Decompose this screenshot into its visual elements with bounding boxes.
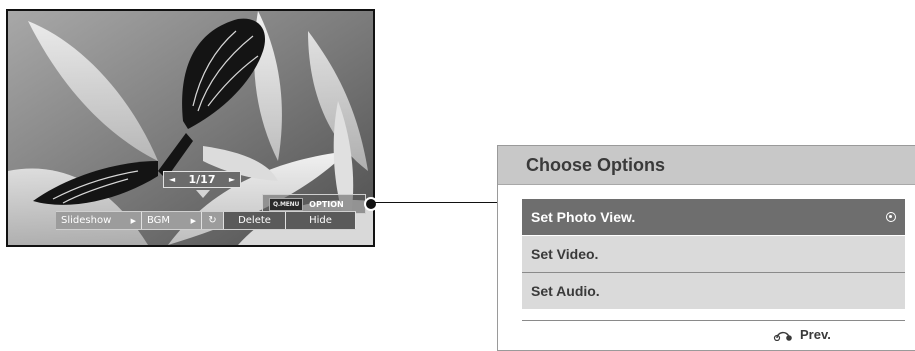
menu-item-set-audio[interactable]: Set Audio.	[522, 273, 905, 309]
menu-item-label: Set Photo View.	[531, 209, 636, 225]
counter-pointer-icon	[196, 190, 210, 198]
menu-item-label: Set Video.	[531, 246, 599, 262]
slideshow-label: Slideshow	[61, 215, 112, 226]
qmenu-key: Q.MENU	[269, 197, 304, 211]
callout-dot	[364, 197, 378, 211]
choose-options-menu: Choose Options Set Photo View. Set Video…	[497, 145, 915, 351]
menu-item-set-video[interactable]: Set Video.	[522, 236, 905, 272]
delete-label: Delete	[238, 215, 271, 226]
rotate-icon: ↻	[208, 215, 217, 226]
callout-line	[375, 202, 499, 203]
slideshow-button[interactable]: Slideshow ▶	[56, 212, 142, 229]
photo-counter: ◄ 1/17 ►	[163, 171, 241, 188]
hide-label: Hide	[309, 215, 332, 226]
bgm-label: BGM	[147, 215, 171, 226]
return-icon	[773, 331, 792, 341]
menu-footer-divider	[522, 320, 905, 321]
prev-label: Prev.	[800, 327, 831, 342]
photo-control-bar: Slideshow ▶ BGM ▶ ↻ Delete Hide	[56, 211, 356, 230]
menu-title: Choose Options	[498, 146, 915, 185]
rotate-button[interactable]: ↻	[202, 212, 224, 229]
delete-button[interactable]: Delete	[224, 212, 286, 229]
option-label: OPTION	[309, 199, 344, 209]
arrow-right-icon[interactable]: ►	[229, 175, 235, 184]
radio-selected-icon	[886, 212, 896, 222]
menu-item-label: Set Audio.	[531, 283, 600, 299]
play-icon: ▶	[130, 216, 136, 225]
photo-counter-text: 1/17	[188, 173, 216, 186]
prev-button[interactable]: Prev.	[773, 327, 831, 342]
arrow-left-icon[interactable]: ◄	[169, 175, 175, 184]
bgm-button[interactable]: BGM ▶	[142, 212, 202, 229]
hide-button[interactable]: Hide	[286, 212, 356, 229]
play-icon: ▶	[190, 216, 196, 225]
menu-item-set-photo-view[interactable]: Set Photo View.	[522, 199, 905, 235]
